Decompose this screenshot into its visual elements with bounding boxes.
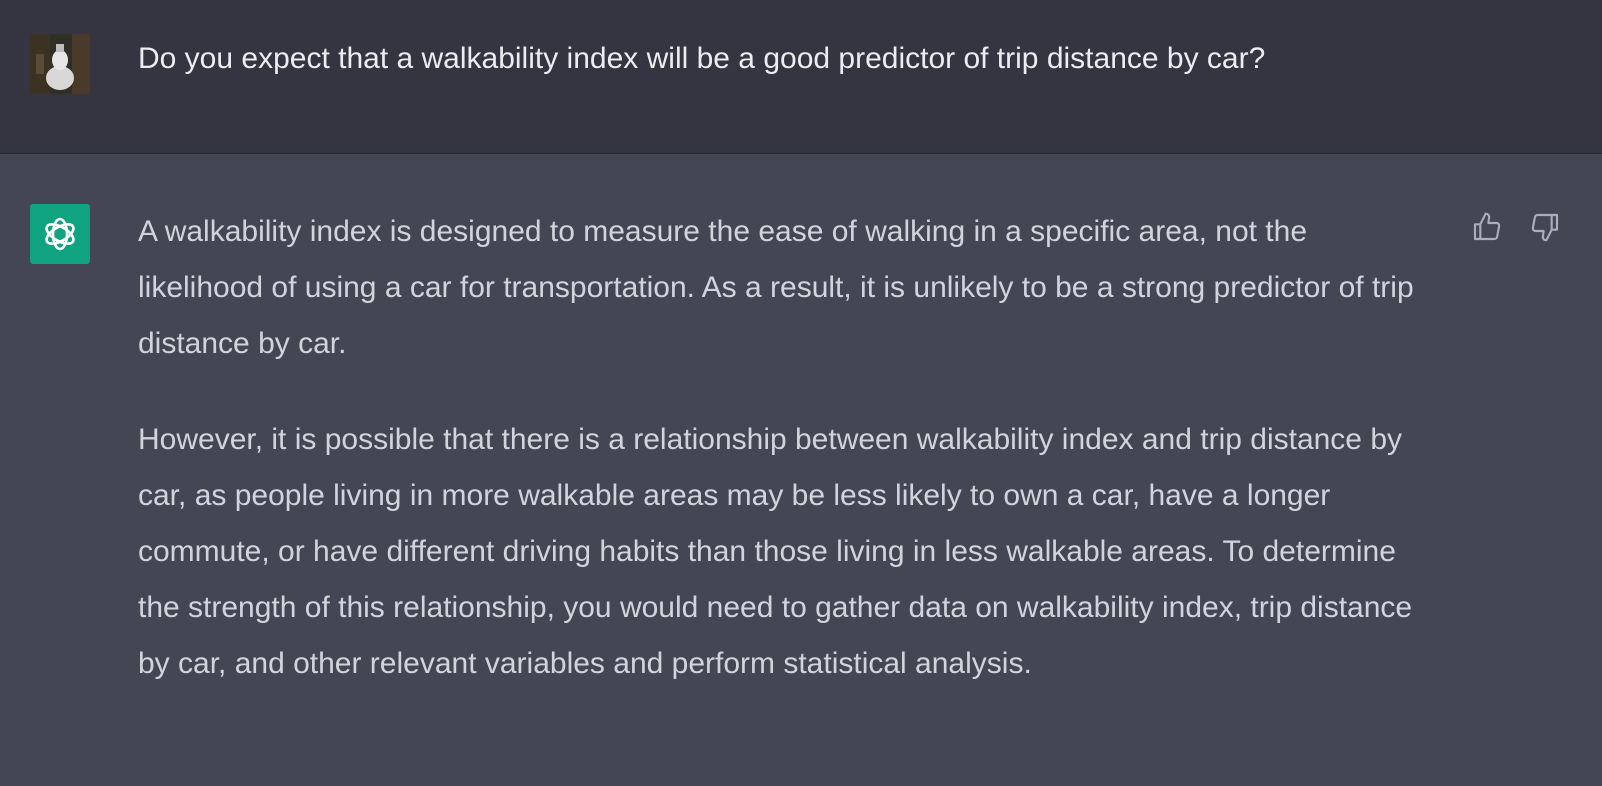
assistant-paragraph: However, it is possible that there is a … xyxy=(138,423,1413,680)
thumbs-down-button[interactable] xyxy=(1528,210,1562,244)
message-feedback-actions xyxy=(1470,210,1562,244)
user-message-text: Do you expect that a walkability index w… xyxy=(138,42,1266,75)
assistant-message-row: A walkability index is designed to measu… xyxy=(0,154,1602,786)
assistant-avatar xyxy=(30,204,90,264)
user-message-row: Do you expect that a walkability index w… xyxy=(0,0,1602,154)
assistant-paragraph: A walkability index is designed to measu… xyxy=(138,215,1414,360)
assistant-message-text: A walkability index is designed to measu… xyxy=(138,204,1438,732)
thumbs-down-icon xyxy=(1531,213,1559,242)
user-photo-icon xyxy=(30,34,90,94)
user-avatar xyxy=(30,34,90,94)
openai-logo-icon xyxy=(45,217,75,251)
thumbs-up-button[interactable] xyxy=(1470,210,1504,244)
thumbs-up-icon xyxy=(1473,212,1501,241)
